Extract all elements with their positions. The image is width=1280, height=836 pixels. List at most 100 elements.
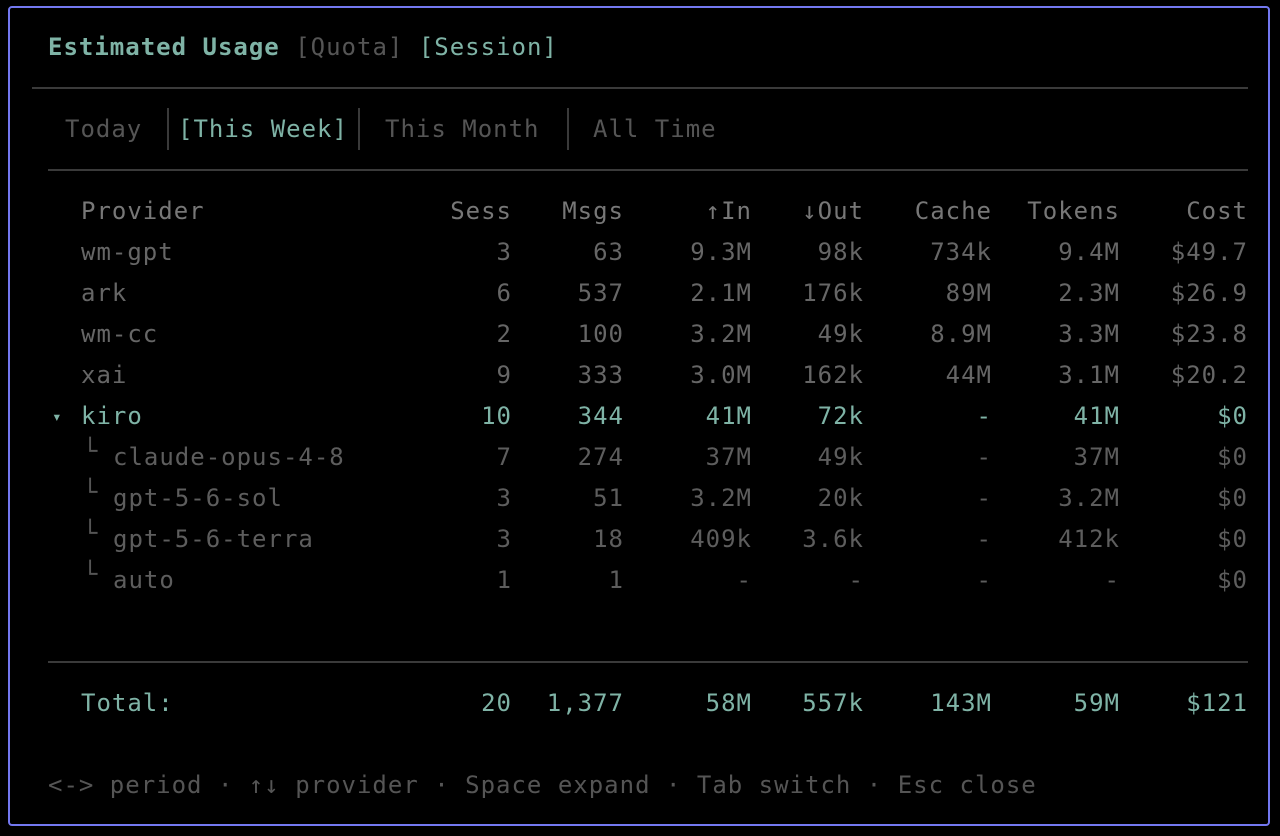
cell-msgs: 63 bbox=[593, 238, 624, 266]
table-row[interactable]: wm-cc 2 100 3.2M 49k 8.9M 3.3M $23.8 bbox=[0, 320, 1280, 361]
table-row[interactable]: ▾ kiro 10 344 41M 72k - 41M $0 bbox=[0, 402, 1280, 443]
total-provider: Total: bbox=[81, 689, 174, 717]
cell-in: 41M bbox=[705, 402, 752, 430]
cell-sess: 3 bbox=[496, 484, 512, 512]
cell-cache: - bbox=[976, 566, 992, 594]
tabs-divider bbox=[48, 169, 1248, 171]
cell-provider: claude-opus-4-8 bbox=[113, 443, 345, 471]
cell-sess: 9 bbox=[496, 361, 512, 389]
tab-quota[interactable]: [Quota] bbox=[295, 33, 403, 61]
table-row[interactable]: xai 9 333 3.0M 162k 44M 3.1M $20.2 bbox=[0, 361, 1280, 402]
cell-out: 176k bbox=[802, 279, 864, 307]
table-row[interactable]: wm-gpt 3 63 9.3M 98k 734k 9.4M $49.7 bbox=[0, 238, 1280, 279]
dialog-title: Estimated Usage bbox=[48, 33, 280, 61]
cell-provider: gpt-5-6-sol bbox=[113, 484, 283, 512]
cell-in: 37M bbox=[705, 443, 752, 471]
period-tab-this-month[interactable]: This Month bbox=[385, 115, 540, 143]
cell-tokens: 3.1M bbox=[1058, 361, 1120, 389]
cell-out: - bbox=[848, 566, 864, 594]
cell-sess: 7 bbox=[496, 443, 512, 471]
cell-in: 3.0M bbox=[690, 361, 752, 389]
period-separator bbox=[167, 108, 169, 150]
cell-cache: 8.9M bbox=[930, 320, 992, 348]
column-header-provider: Provider bbox=[81, 197, 205, 225]
period-separator bbox=[567, 108, 569, 150]
table-child-row[interactable]: └ gpt-5-6-terra 3 18 409k 3.6k - 412k $0 bbox=[0, 519, 1280, 566]
cell-cost: $0 bbox=[1217, 566, 1248, 594]
cell-tokens: 3.2M bbox=[1058, 484, 1120, 512]
cell-in: 409k bbox=[690, 525, 752, 553]
column-header-out: ↓Out bbox=[802, 197, 864, 225]
expanded-caret-icon[interactable]: ▾ bbox=[52, 407, 63, 426]
total-row: Total: 20 1,377 58M 557k 143M 59M $121 bbox=[0, 689, 1280, 730]
column-header-in: ↑In bbox=[705, 197, 752, 225]
total-msgs: 1,377 bbox=[546, 689, 624, 717]
tree-branch-icon: └ bbox=[83, 478, 99, 506]
cell-tokens: 9.4M bbox=[1058, 238, 1120, 266]
cell-sess: 1 bbox=[496, 566, 512, 594]
cell-cost: $0 bbox=[1217, 525, 1248, 553]
tree-branch-icon: └ bbox=[83, 560, 99, 588]
cell-provider: auto bbox=[113, 566, 175, 594]
cell-provider: ark bbox=[81, 279, 128, 307]
cell-tokens: - bbox=[1104, 566, 1120, 594]
cell-cost: $20.2 bbox=[1170, 361, 1248, 389]
cell-provider: kiro bbox=[81, 402, 143, 430]
cell-msgs: 537 bbox=[577, 279, 624, 307]
cell-provider: wm-cc bbox=[81, 320, 159, 348]
cell-cache: - bbox=[976, 443, 992, 471]
table-row[interactable]: ark 6 537 2.1M 176k 89M 2.3M $26.9 bbox=[0, 279, 1280, 320]
cell-in: 9.3M bbox=[690, 238, 752, 266]
table-child-row[interactable]: └ auto 1 1 - - - - $0 bbox=[0, 560, 1280, 607]
period-tab-today[interactable]: Today bbox=[65, 115, 142, 143]
total-cache: 143M bbox=[930, 689, 992, 717]
cell-cache: 734k bbox=[930, 238, 992, 266]
tab-session[interactable]: [Session] bbox=[419, 33, 558, 61]
cell-in: - bbox=[736, 566, 752, 594]
cell-tokens: 41M bbox=[1073, 402, 1120, 430]
cell-cost: $26.9 bbox=[1170, 279, 1248, 307]
column-header-sess: Sess bbox=[450, 197, 512, 225]
cell-out: 3.6k bbox=[802, 525, 864, 553]
cell-msgs: 1 bbox=[608, 566, 624, 594]
cell-cost: $23.8 bbox=[1170, 320, 1248, 348]
cell-out: 162k bbox=[802, 361, 864, 389]
column-header-tokens: Tokens bbox=[1027, 197, 1120, 225]
cell-provider: gpt-5-6-terra bbox=[113, 525, 314, 553]
cell-msgs: 100 bbox=[577, 320, 624, 348]
cell-cost: $0 bbox=[1217, 443, 1248, 471]
cell-out: 72k bbox=[817, 402, 864, 430]
cell-out: 20k bbox=[817, 484, 864, 512]
period-tab-this-week[interactable]: [This Week] bbox=[178, 115, 348, 143]
period-tab-all-time[interactable]: All Time bbox=[593, 115, 717, 143]
cell-cache: - bbox=[976, 484, 992, 512]
cell-cache: - bbox=[976, 525, 992, 553]
cell-sess: 2 bbox=[496, 320, 512, 348]
table-child-row[interactable]: └ claude-opus-4-8 7 274 37M 49k - 37M $0 bbox=[0, 437, 1280, 484]
cell-tokens: 37M bbox=[1073, 443, 1120, 471]
table-child-row[interactable]: └ gpt-5-6-sol 3 51 3.2M 20k - 3.2M $0 bbox=[0, 478, 1280, 525]
total-in: 58M bbox=[705, 689, 752, 717]
cell-in: 3.2M bbox=[690, 484, 752, 512]
cell-msgs: 51 bbox=[593, 484, 624, 512]
cell-msgs: 274 bbox=[577, 443, 624, 471]
cell-cost: $0 bbox=[1217, 484, 1248, 512]
dialog-header: Estimated Usage [Quota] [Session] bbox=[48, 33, 558, 61]
cell-provider: wm-gpt bbox=[81, 238, 174, 266]
cell-cache: 44M bbox=[945, 361, 992, 389]
total-out: 557k bbox=[802, 689, 864, 717]
column-header-msgs: Msgs bbox=[562, 197, 624, 225]
cell-out: 49k bbox=[817, 443, 864, 471]
cell-tokens: 3.3M bbox=[1058, 320, 1120, 348]
total-tokens: 59M bbox=[1073, 689, 1120, 717]
header-divider bbox=[32, 87, 1248, 89]
cell-out: 49k bbox=[817, 320, 864, 348]
period-separator bbox=[358, 108, 360, 150]
cell-sess: 3 bbox=[496, 238, 512, 266]
cell-sess: 10 bbox=[481, 402, 512, 430]
cell-msgs: 333 bbox=[577, 361, 624, 389]
cell-cost: $49.7 bbox=[1170, 238, 1248, 266]
cell-cache: - bbox=[976, 402, 992, 430]
cell-in: 3.2M bbox=[690, 320, 752, 348]
cell-msgs: 344 bbox=[577, 402, 624, 430]
